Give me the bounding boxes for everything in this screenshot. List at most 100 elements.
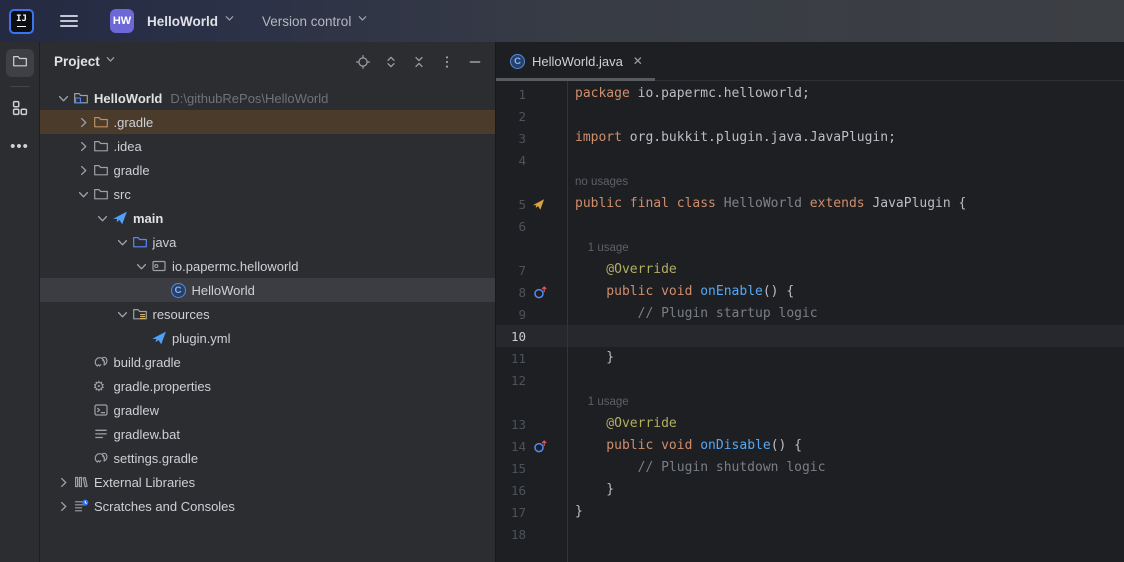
tree-item-helloworld[interactable]: HelloWorldD:\githubRePos\HelloWorld bbox=[40, 86, 495, 110]
code-area[interactable]: 1package io.papermc.helloworld; 2 3import … bbox=[496, 81, 1124, 562]
chevron-down-icon[interactable] bbox=[104, 53, 117, 71]
collapse-all-icon[interactable] bbox=[407, 50, 431, 74]
chevron-down-icon[interactable] bbox=[74, 187, 93, 202]
code-line-5[interactable]: 5public final class HelloWorld extends J… bbox=[496, 193, 1124, 215]
chevron-right-icon[interactable] bbox=[74, 115, 93, 130]
line-number[interactable]: 17 bbox=[496, 505, 526, 520]
project-badge: HW bbox=[110, 9, 134, 33]
chevron-right-icon[interactable] bbox=[54, 475, 73, 490]
locate-icon[interactable] bbox=[351, 50, 375, 74]
chevron-down-icon[interactable] bbox=[113, 235, 132, 250]
class-icon: C bbox=[171, 283, 192, 298]
chevron-down-icon[interactable] bbox=[93, 211, 112, 226]
tree-item-src[interactable]: src bbox=[40, 182, 495, 206]
line-number[interactable]: 14 bbox=[496, 439, 526, 454]
code-line-4[interactable]: 4 bbox=[496, 149, 1124, 171]
code-line-12[interactable]: 12 bbox=[496, 369, 1124, 391]
line-number[interactable]: 12 bbox=[496, 373, 526, 388]
code-line-13[interactable]: 13 @Override bbox=[496, 413, 1124, 435]
line-number[interactable]: 18 bbox=[496, 527, 526, 542]
more-vertical-icon[interactable] bbox=[435, 50, 459, 74]
tree-item-label: HelloWorld bbox=[192, 283, 255, 298]
code-line-15[interactable]: 15 // Plugin shutdown logic bbox=[496, 457, 1124, 479]
project-tool-window-button[interactable] bbox=[6, 49, 34, 77]
chevron-down-icon[interactable] bbox=[113, 307, 132, 322]
tree-item-io-papermc-helloworld[interactable]: io.papermc.helloworld bbox=[40, 254, 495, 278]
code-line-6[interactable]: 6 bbox=[496, 215, 1124, 237]
tree-item-gradle[interactable]: gradle bbox=[40, 158, 495, 182]
code-line-1[interactable]: 1package io.papermc.helloworld; bbox=[496, 83, 1124, 105]
expand-all-icon[interactable] bbox=[379, 50, 403, 74]
close-icon[interactable]: ✕ bbox=[633, 54, 643, 68]
project-widget[interactable]: HW HelloWorld bbox=[84, 5, 242, 37]
tree-item-scratches-and-consoles[interactable]: Scratches and Consoles bbox=[40, 494, 495, 518]
tree-item-java[interactable]: java bbox=[40, 230, 495, 254]
project-folder-icon bbox=[73, 90, 94, 106]
tree-item--idea[interactable]: .idea bbox=[40, 134, 495, 158]
folder-icon bbox=[93, 162, 114, 178]
tree-item-external-libraries[interactable]: External Libraries bbox=[40, 470, 495, 494]
code-line-10[interactable]: 10 bbox=[496, 325, 1124, 347]
tree-item-main[interactable]: main bbox=[40, 206, 495, 230]
tab-helloworld-java[interactable]: C HelloWorld.java ✕ bbox=[496, 42, 655, 80]
line-number[interactable]: 15 bbox=[496, 461, 526, 476]
editor-tab-bar: C HelloWorld.java ✕ bbox=[496, 42, 1124, 81]
overrides-method-icon[interactable] bbox=[526, 285, 567, 300]
tree-item-gradlew-bat[interactable]: gradlew.bat bbox=[40, 422, 495, 446]
more-tool-windows-button[interactable]: ••• bbox=[6, 133, 34, 161]
tree-item-label: gradlew bbox=[114, 403, 160, 418]
chevron-right-icon[interactable] bbox=[54, 499, 73, 514]
vcs-label: Version control bbox=[262, 14, 351, 29]
code-line-14[interactable]: 14 public void onDisable() { bbox=[496, 435, 1124, 457]
chevron-right-icon[interactable] bbox=[74, 163, 93, 178]
inlay-hint[interactable]: no usages bbox=[567, 171, 628, 193]
line-number[interactable]: 11 bbox=[496, 351, 526, 366]
line-number[interactable]: 4 bbox=[496, 153, 526, 168]
line-number[interactable]: 16 bbox=[496, 483, 526, 498]
hide-icon[interactable] bbox=[463, 50, 487, 74]
inlay-hint[interactable]: 1 usage bbox=[567, 237, 629, 259]
structure-tool-window-button[interactable] bbox=[6, 96, 34, 124]
code-line-18[interactable]: 18 bbox=[496, 523, 1124, 545]
tree-item-resources[interactable]: resources bbox=[40, 302, 495, 326]
line-number[interactable]: 5 bbox=[496, 197, 526, 212]
chevron-down-icon[interactable] bbox=[132, 259, 151, 274]
tree-item-gradle-properties[interactable]: ⚙gradle.properties bbox=[40, 374, 495, 398]
chevron-right-icon[interactable] bbox=[74, 139, 93, 154]
tree-item--gradle[interactable]: .gradle bbox=[40, 110, 495, 134]
project-tree[interactable]: HelloWorldD:\githubRePos\HelloWorld.grad… bbox=[40, 81, 495, 562]
tree-item-plugin-yml[interactable]: plugin.yml bbox=[40, 326, 495, 350]
code-line-17[interactable]: 17} bbox=[496, 501, 1124, 523]
paper-plane-icon bbox=[112, 210, 133, 226]
chevron-down-icon[interactable] bbox=[54, 91, 73, 106]
line-number[interactable]: 9 bbox=[496, 307, 526, 322]
inlay-hint-row[interactable]: 1 usage bbox=[496, 391, 1124, 413]
code-line-16[interactable]: 16 } bbox=[496, 479, 1124, 501]
inlay-hint[interactable]: 1 usage bbox=[567, 391, 629, 413]
code-line-11[interactable]: 11 } bbox=[496, 347, 1124, 369]
tree-item-build-gradle[interactable]: build.gradle bbox=[40, 350, 495, 374]
line-number[interactable]: 7 bbox=[496, 263, 526, 278]
tree-item-settings-gradle[interactable]: settings.gradle bbox=[40, 446, 495, 470]
code-line-8[interactable]: 8 public void onEnable() { bbox=[496, 281, 1124, 303]
code-line-2[interactable]: 2 bbox=[496, 105, 1124, 127]
main-menu-icon[interactable] bbox=[54, 9, 84, 32]
code-line-7[interactable]: 7 @Override bbox=[496, 259, 1124, 281]
line-number[interactable]: 2 bbox=[496, 109, 526, 124]
inlay-hint-row[interactable]: no usages bbox=[496, 171, 1124, 193]
line-number[interactable]: 3 bbox=[496, 131, 526, 146]
line-number[interactable]: 1 bbox=[496, 87, 526, 102]
code-line-3[interactable]: 3import org.bukkit.plugin.java.JavaPlugi… bbox=[496, 127, 1124, 149]
line-number[interactable]: 10 bbox=[496, 329, 526, 344]
code-text: @Override bbox=[567, 259, 677, 281]
code-line-9[interactable]: 9 // Plugin startup logic bbox=[496, 303, 1124, 325]
tree-item-helloworld[interactable]: CHelloWorld bbox=[40, 278, 495, 302]
line-number[interactable]: 8 bbox=[496, 285, 526, 300]
vcs-widget[interactable]: Version control bbox=[242, 8, 375, 34]
tree-item-gradlew[interactable]: gradlew bbox=[40, 398, 495, 422]
line-number[interactable]: 13 bbox=[496, 417, 526, 432]
inlay-hint-row[interactable]: 1 usage bbox=[496, 237, 1124, 259]
overrides-method-icon[interactable] bbox=[526, 439, 567, 454]
plugin-gutter-icon[interactable] bbox=[526, 198, 567, 211]
line-number[interactable]: 6 bbox=[496, 219, 526, 234]
